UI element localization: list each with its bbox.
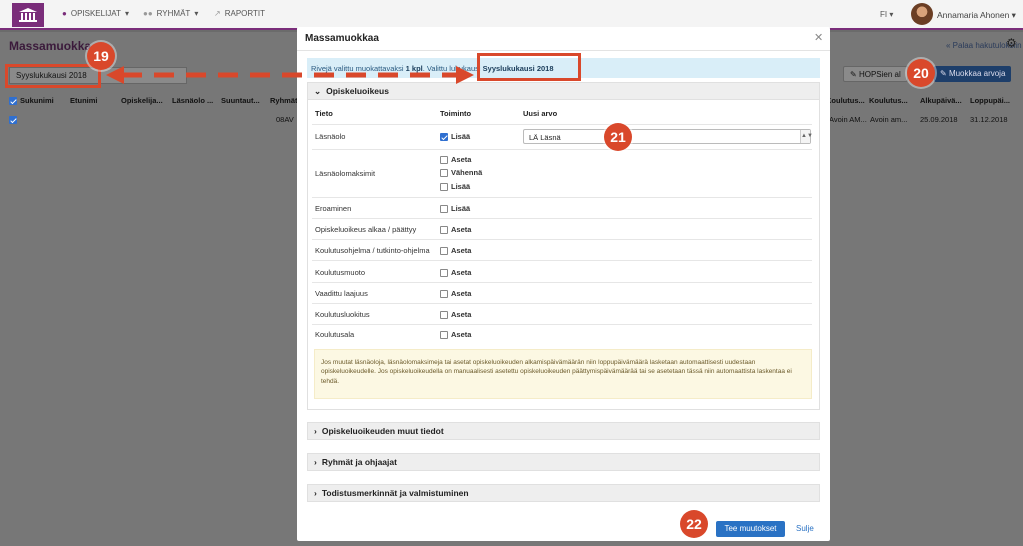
callout-badge: 22	[680, 510, 708, 538]
callout-badge: 20	[907, 59, 935, 87]
callout-badge: 19	[87, 42, 115, 70]
callout-badge: 21	[604, 123, 632, 151]
annotation-arrow	[106, 66, 474, 84]
